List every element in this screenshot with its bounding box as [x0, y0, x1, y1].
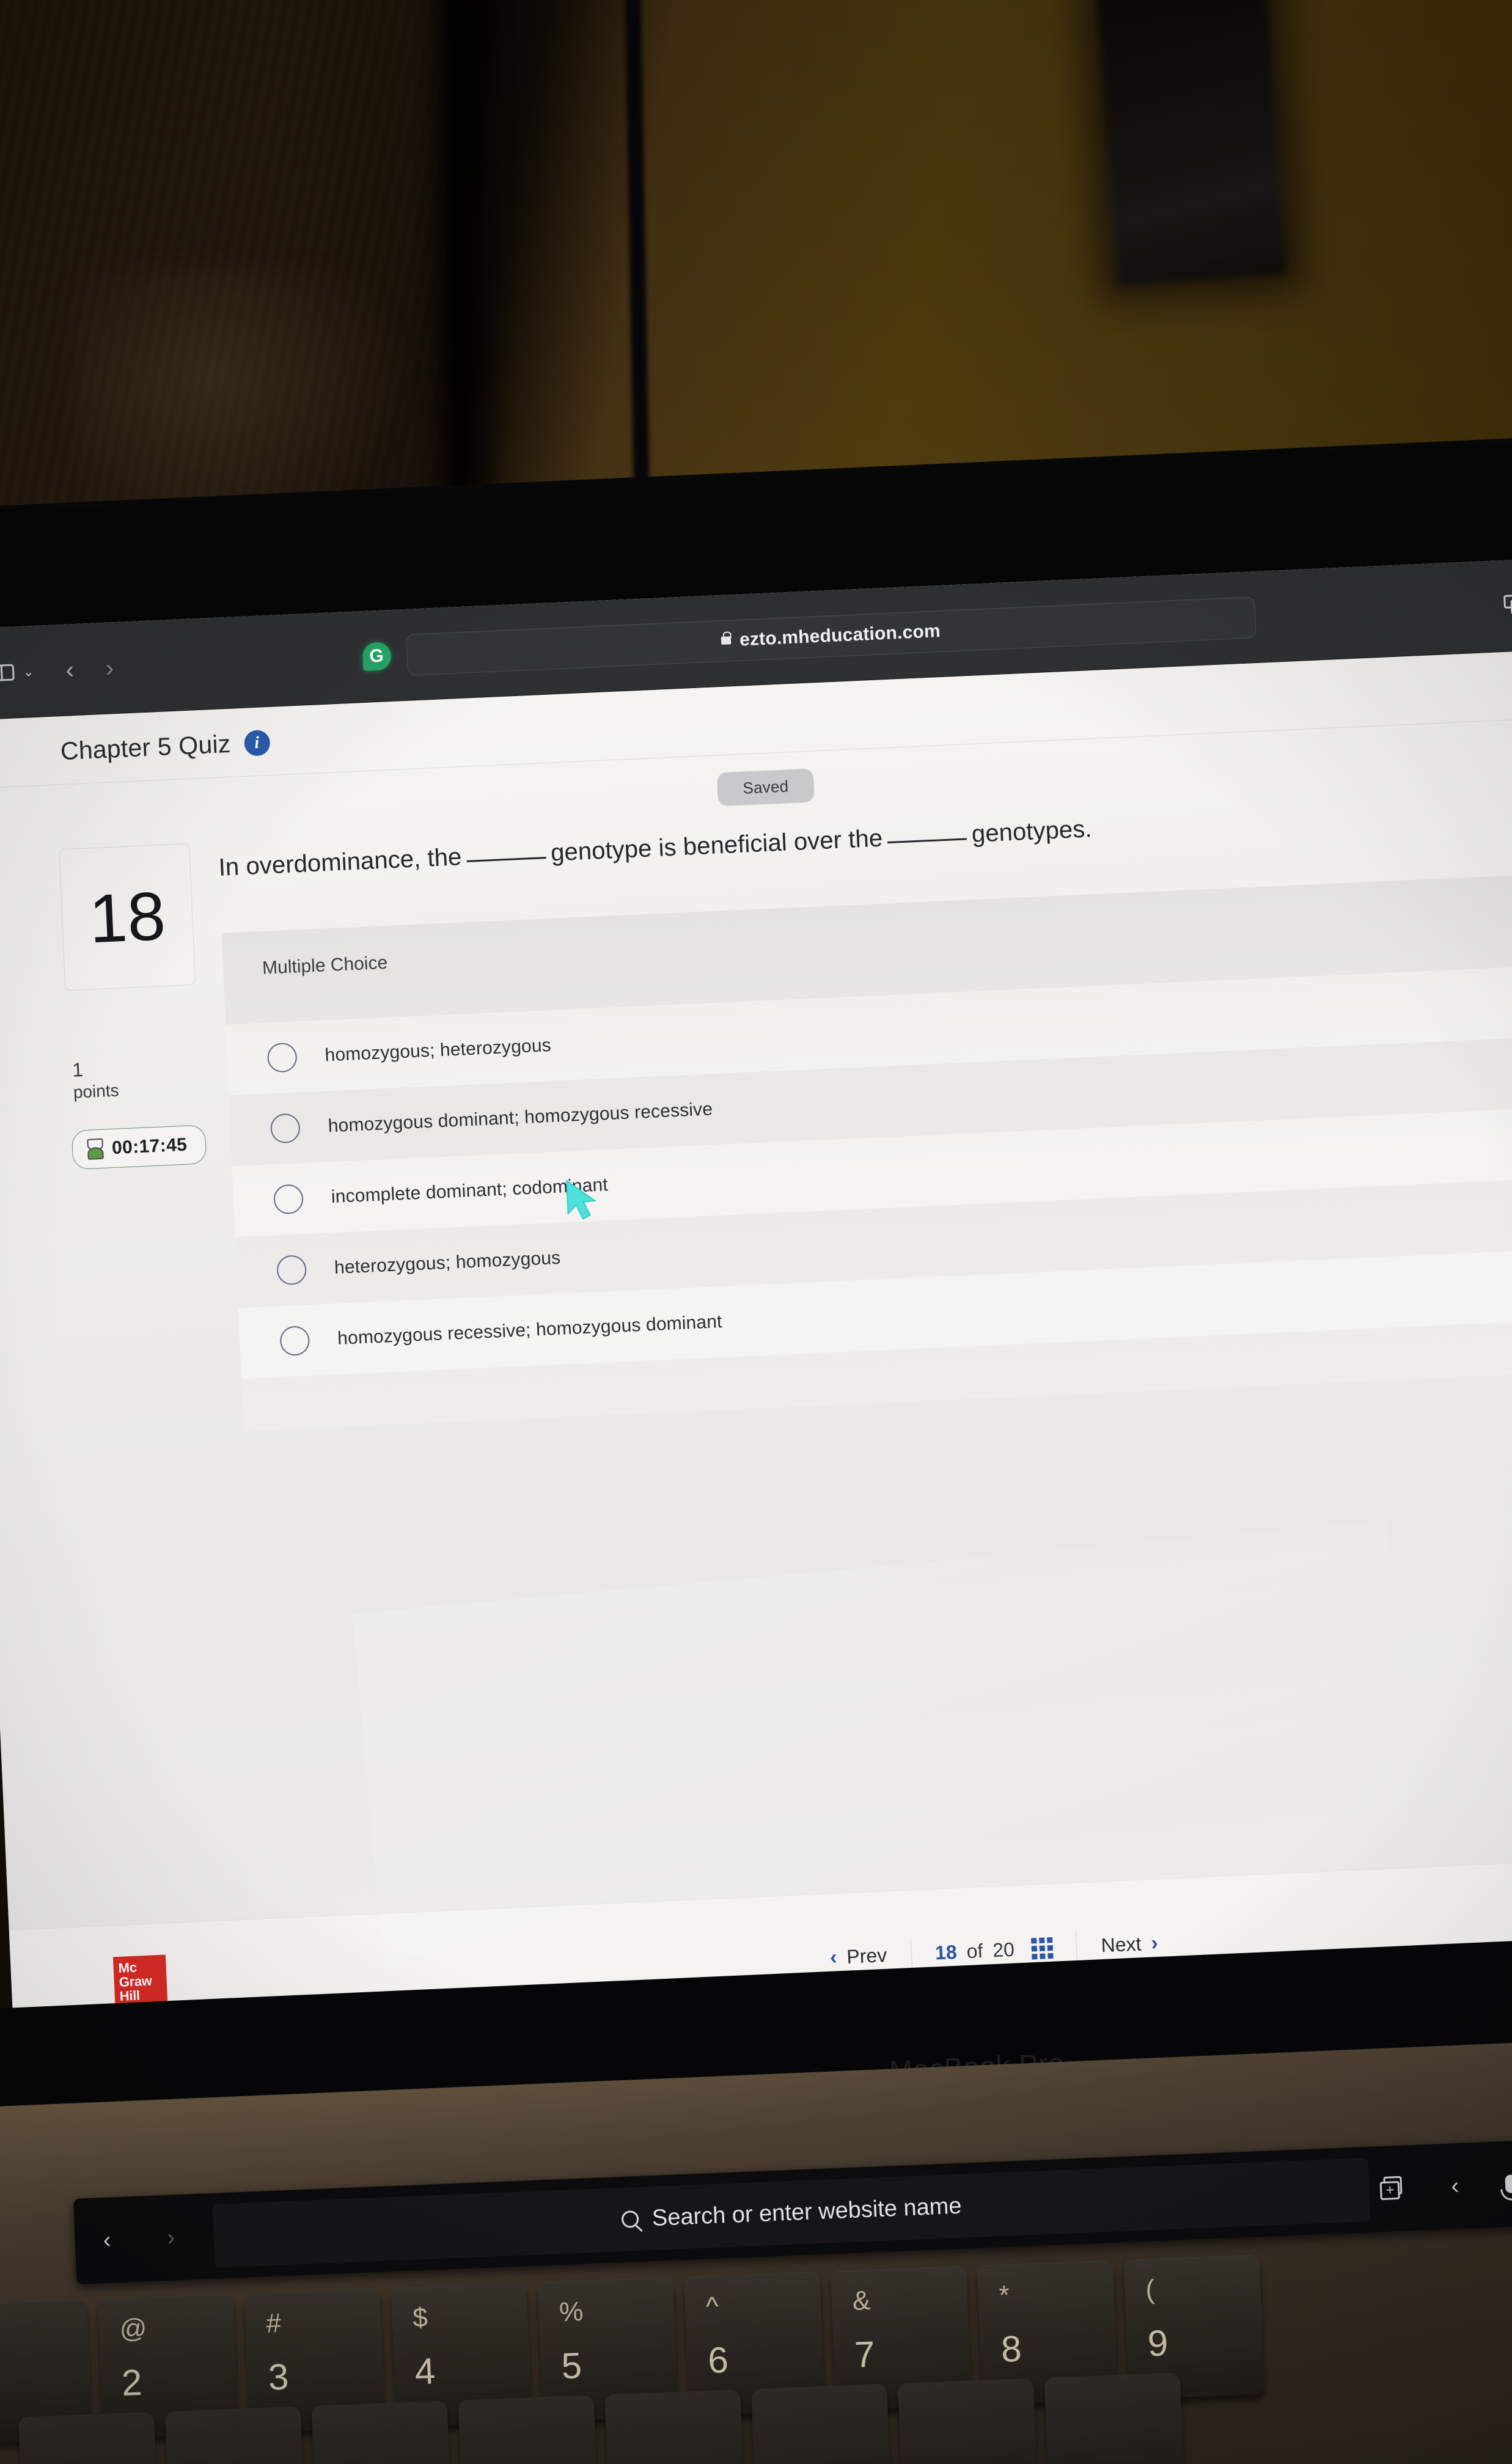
key-number: 8 [1000, 2328, 1022, 2370]
question-text-part-3: genotypes. [971, 815, 1093, 848]
quiz-page: Chapter 5 Quiz i Saved 18 1 points 00:17… [0, 649, 1512, 2046]
back-button[interactable]: ‹ [65, 656, 75, 684]
key-symbol: % [559, 2296, 584, 2328]
key-blank[interactable] [164, 2406, 305, 2464]
question-body-column: In overdominance, the genotype is benefic… [218, 782, 1512, 1431]
question-counter: 18 of 20 [911, 1935, 1076, 1965]
url-text: ezto.mheducation.com [739, 620, 941, 650]
answer-card: Multiple Choice homozygous; heterozygous… [221, 874, 1512, 1431]
counter-current: 18 [934, 1940, 958, 1964]
key-blank[interactable] [311, 2400, 452, 2464]
info-icon[interactable]: i [243, 729, 271, 757]
key-number: 6 [707, 2339, 730, 2382]
search-icon [621, 2210, 639, 2229]
page-title: Chapter 5 Quiz [60, 729, 232, 766]
blank-2 [887, 838, 967, 844]
hourglass-icon [87, 1138, 101, 1160]
touchbar-share-button[interactable]: ‹ [1423, 2172, 1488, 2201]
question-area: 18 1 points 00:17:45 In overdominance, t… [0, 768, 1512, 1442]
question-number: 18 [59, 843, 196, 991]
option-label: homozygous dominant; homozygous recessiv… [328, 1099, 713, 1137]
key-blank[interactable] [604, 2389, 745, 2464]
question-text-part-2: genotype is beneficial over the [550, 824, 884, 867]
question-meta-column: 18 1 points 00:17:45 [0, 842, 244, 1443]
prev-label: Prev [846, 1943, 887, 1968]
chevron-left-icon: ‹ [829, 1945, 838, 1969]
lock-icon [721, 636, 732, 645]
tab-overview-icon[interactable] [1503, 594, 1512, 617]
blank-1 [466, 857, 546, 862]
counter-total: 20 [992, 1938, 1015, 1961]
key-blank[interactable] [458, 2395, 598, 2464]
key-blank[interactable] [897, 2378, 1038, 2464]
sidebar-toggle-button[interactable]: ⌄ [0, 663, 34, 681]
key-symbol: ^ [705, 2291, 719, 2322]
status-badge: Saved [716, 768, 815, 807]
key-blank[interactable] [1044, 2372, 1184, 2464]
prev-button[interactable]: ‹ Prev [805, 1942, 912, 1971]
radio-button[interactable] [266, 1042, 298, 1073]
key-number: 9 [1147, 2322, 1169, 2364]
option-label: heterozygous; homozygous [334, 1247, 561, 1278]
key-symbol: $ [412, 2302, 428, 2333]
sidebar-toggle-icon [0, 664, 15, 681]
touchbar-search-placeholder: Search or enter website name [651, 2193, 963, 2231]
key-blank[interactable] [751, 2383, 892, 2464]
option-label: homozygous; heterozygous [324, 1035, 552, 1066]
key-symbol: & [851, 2285, 872, 2316]
chevron-right-icon: › [1150, 1931, 1159, 1955]
key-number: 7 [853, 2333, 876, 2375]
radio-button[interactable] [273, 1184, 304, 1215]
key-number: 2 [120, 2361, 143, 2404]
new-tab-icon[interactable] [1379, 2176, 1406, 2202]
key-blank[interactable] [18, 2411, 159, 2464]
key-number: 3 [267, 2356, 290, 2398]
wall-picture-frame [1096, 0, 1288, 287]
mcgraw-hill-logo: Mc Graw Hill [112, 1954, 168, 2009]
timer-value: 00:17:45 [111, 1134, 188, 1159]
options-list: homozygous; heterozygous homozygous domi… [226, 966, 1512, 1379]
key-symbol: @ [119, 2313, 148, 2345]
next-label: Next [1100, 1932, 1142, 1956]
key-number: 4 [414, 2350, 436, 2392]
counter-of: of [966, 1939, 984, 1962]
key-symbol: # [265, 2308, 282, 2339]
question-type-label: Multiple Choice [262, 952, 388, 978]
photo-of-laptop-screen: ⌄ ‹ › G ezto.mheducation.com Chapter 5 Q… [0, 0, 1512, 2464]
address-bar[interactable]: ezto.mheducation.com [405, 596, 1257, 676]
microphone-icon[interactable] [1505, 2174, 1512, 2193]
option-label: homozygous recessive; homozygous dominan… [337, 1311, 723, 1349]
points-block: 1 points [68, 1052, 229, 1104]
question-grid-icon[interactable] [1031, 1937, 1054, 1959]
touchbar-forward-button[interactable]: › [139, 2223, 204, 2252]
touchbar-back-button[interactable]: ‹ [75, 2226, 139, 2254]
radio-button[interactable] [279, 1325, 310, 1356]
key-symbol: ( [1145, 2275, 1156, 2305]
radio-button[interactable] [276, 1255, 307, 1286]
laptop-screen: ⌄ ‹ › G ezto.mheducation.com Chapter 5 Q… [0, 557, 1512, 2046]
timer-pill: 00:17:45 [71, 1124, 207, 1170]
next-button[interactable]: Next › [1076, 1930, 1183, 1959]
grammarly-g-icon[interactable]: G [362, 641, 392, 671]
radio-button[interactable] [270, 1113, 301, 1144]
chevron-down-icon[interactable]: ⌄ [23, 664, 35, 680]
question-text-part-1: In overdominance, the [218, 843, 463, 881]
dark-post [625, 0, 650, 526]
key-symbol: * [998, 2280, 1010, 2311]
key-number: 5 [560, 2345, 583, 2387]
